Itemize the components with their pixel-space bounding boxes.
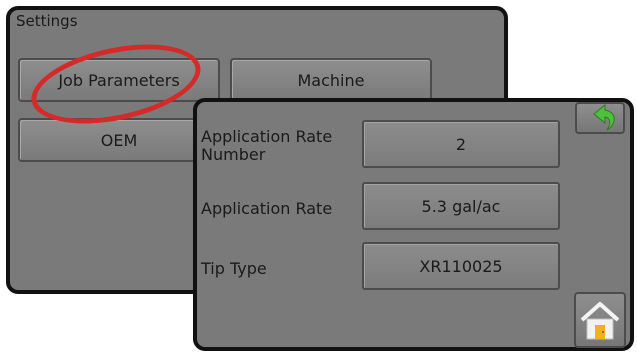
back-button[interactable] bbox=[575, 102, 625, 134]
application-rate-number-label: Application Rate Number bbox=[201, 127, 333, 164]
back-arrow-icon bbox=[593, 103, 615, 131]
oem-button[interactable]: OEM bbox=[18, 118, 220, 162]
tip-type-label: Tip Type bbox=[201, 259, 267, 278]
job-parameters-button[interactable]: Job Parameters bbox=[18, 58, 220, 102]
tip-type-field[interactable]: XR110025 bbox=[362, 242, 560, 290]
application-rate-field[interactable]: 5.3 gal/ac bbox=[362, 182, 560, 230]
machine-button[interactable]: Machine bbox=[230, 58, 432, 102]
home-icon bbox=[580, 302, 620, 340]
job-parameters-panel: Application Rate Number 2 Application Ra… bbox=[193, 98, 634, 351]
application-rate-label: Application Rate bbox=[201, 199, 333, 218]
home-button[interactable] bbox=[574, 292, 626, 348]
application-rate-number-field[interactable]: 2 bbox=[362, 120, 560, 168]
settings-title: Settings bbox=[16, 12, 78, 30]
